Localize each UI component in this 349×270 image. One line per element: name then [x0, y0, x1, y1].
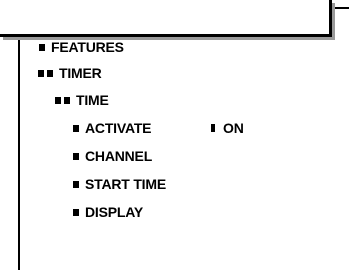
header-connector-line: [335, 7, 349, 9]
square-bullet-icon: [55, 96, 61, 104]
square-bullet-icon: [39, 43, 45, 51]
square-bullet-icon: [73, 180, 79, 188]
menu-item-channel[interactable]: CHANNEL: [73, 147, 152, 165]
square-bullet-icon: [38, 69, 44, 77]
square-bullet-icon: [73, 208, 79, 216]
menu-item-label: CHANNEL: [85, 148, 153, 164]
square-bullet-icon: [64, 96, 70, 104]
menu-item-label: FEATURES: [51, 39, 124, 55]
menu-header-panel: [0, 0, 332, 37]
square-bullet-icon: [47, 69, 53, 77]
menu-item-label: DISPLAY: [85, 204, 143, 220]
menu-tree-line: [18, 40, 20, 270]
square-bullet-icon: [73, 124, 79, 132]
menu-item-label: TIME: [76, 92, 109, 108]
menu-item-label: TIMER: [59, 65, 102, 81]
selected-value-marker-icon: [211, 124, 215, 132]
menu-item-display[interactable]: DISPLAY: [73, 203, 143, 221]
menu-item-features[interactable]: FEATURES: [39, 38, 124, 56]
square-bullet-icon: [73, 152, 79, 160]
menu-item-start-time[interactable]: START TIME: [73, 175, 166, 193]
menu-item-timer[interactable]: TIMER: [38, 64, 102, 82]
menu-item-activate[interactable]: ACTIVATE: [73, 119, 152, 137]
menu-item-time[interactable]: TIME: [55, 91, 109, 109]
activate-value-label: ON: [223, 120, 244, 136]
menu-item-label: START TIME: [85, 176, 166, 192]
menu-item-label: ACTIVATE: [85, 120, 152, 136]
activate-value-option[interactable]: ON: [211, 119, 244, 137]
